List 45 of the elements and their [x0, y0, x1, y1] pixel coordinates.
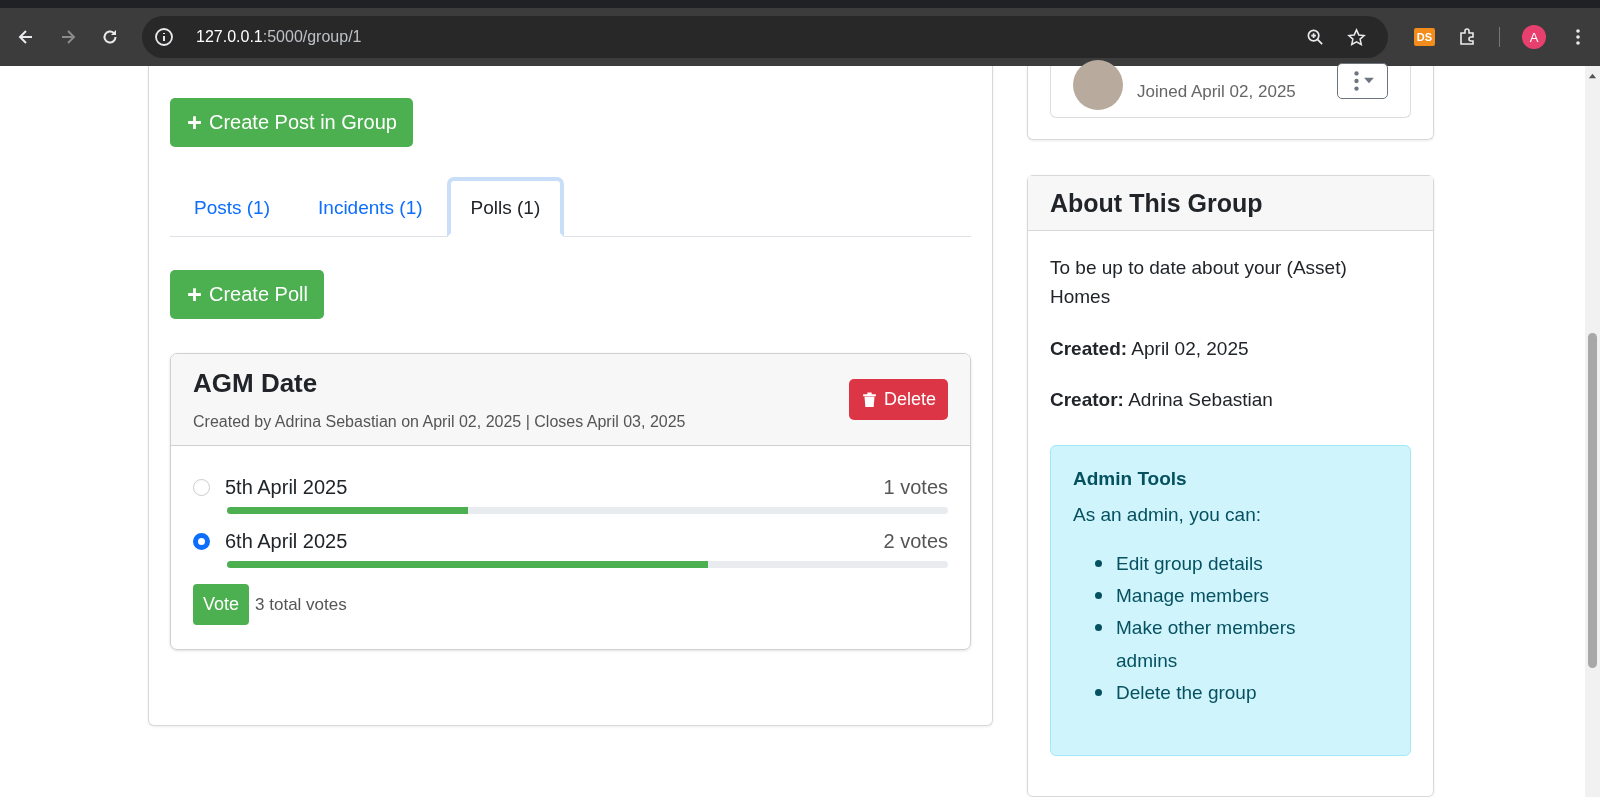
vote-button[interactable]: Vote [193, 584, 250, 625]
tab[interactable]: Polls (1) [446, 177, 565, 237]
option-label: 6th April 2025 [225, 530, 349, 553]
delete-button[interactable]: Delete [848, 379, 948, 420]
actions-dropdown[interactable] [1337, 62, 1388, 99]
star-icon[interactable] [1346, 27, 1366, 47]
admin-tool-item: Edit group details [1116, 551, 1264, 576]
vote-count: 2 votes [883, 530, 948, 553]
created-date: Created: April 02, 2025 [1050, 336, 1250, 361]
bullet-icon [1095, 624, 1102, 632]
poll-title: AGM Date [193, 368, 319, 399]
create-post-button[interactable]: Create Post in Group [170, 98, 413, 147]
creator-name: Creator: Adrina Sebastian [1050, 388, 1274, 413]
bullet-icon [1095, 559, 1102, 567]
zoom-icon[interactable] [1305, 27, 1325, 47]
create-poll-button[interactable]: Create Poll [170, 270, 324, 319]
admin-tool-item: Delete the group [1116, 680, 1258, 705]
admin-tool-item: Make other members admins [1116, 616, 1297, 673]
admin-tool-item: Manage members [1116, 584, 1271, 609]
extension-badge[interactable]: DS [1413, 28, 1435, 46]
radio-button[interactable] [193, 533, 210, 550]
avatar [1073, 59, 1123, 110]
tab[interactable]: Incidents (1) [294, 177, 447, 237]
bullet-icon [1095, 592, 1102, 600]
admin-tools-title: Admin Tools [1073, 467, 1188, 490]
admin-intro: As an admin, you can: [1073, 503, 1262, 526]
profile-avatar[interactable]: A [1522, 25, 1546, 49]
plus-icon [186, 114, 203, 131]
trash-icon [860, 391, 878, 408]
scroll-up-icon[interactable] [1588, 72, 1597, 81]
option-label: 5th April 2025 [225, 476, 349, 499]
bullet-icon [1095, 688, 1102, 696]
scrollbar-thumb[interactable] [1588, 333, 1597, 668]
poll-meta: Created by Adrina Sebastian on April 02, 2025 | Closes April 03, 2025 [193, 413, 686, 431]
tab[interactable]: Posts (1) [170, 177, 295, 237]
address-bar[interactable]: 127.0.0.1:5000/group/1 [142, 16, 1388, 58]
plus-icon [186, 286, 203, 303]
info-icon[interactable] [154, 27, 174, 47]
vote-count: 1 votes [883, 476, 948, 499]
joined-date: Joined April 02, 2025 [1137, 81, 1297, 102]
group-description: To be up to date about your (Asset) Homes [1050, 256, 1348, 310]
total-votes: 3 total votes [255, 594, 347, 615]
puzzle-icon[interactable] [1457, 27, 1477, 47]
about-title: About This Group [1050, 189, 1263, 217]
scrollbar[interactable] [1585, 66, 1600, 797]
